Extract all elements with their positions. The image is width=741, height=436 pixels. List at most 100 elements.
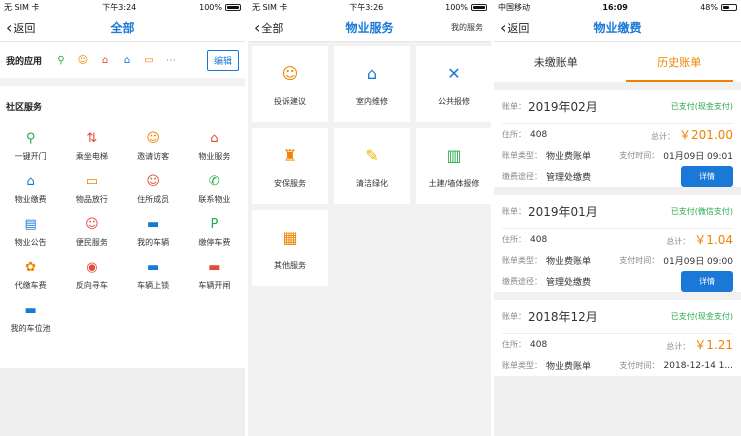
nav-bar: ‹ 全部 物业服务 我的服务 (248, 14, 491, 42)
pay-time-label: 支付时间： (619, 256, 660, 265)
notice-icon: ▤ (24, 216, 37, 232)
clock: 16:09 (602, 2, 628, 12)
tab-unpaid[interactable]: 未缴账单 (494, 42, 618, 82)
service-item[interactable]: ☺ 邀请访客 (123, 129, 184, 162)
service-item[interactable]: ☺ 便民服务 (61, 215, 122, 248)
bill-list: 账单： 2019年02月已支付(现金支付) 住所： 408 总计： ￥201.00 账单类型… (494, 90, 741, 376)
edit-button[interactable]: 编辑 (206, 49, 239, 71)
service-item-label: 便民服务 (75, 238, 108, 247)
service-item[interactable]: ⌂ 物业服务 (184, 129, 245, 162)
member-icon: ☺ (146, 173, 160, 189)
battery-percent: 48% (700, 2, 718, 12)
service-item[interactable]: P 缴停车费 (184, 215, 245, 248)
card-icon[interactable]: ▭ (138, 55, 160, 66)
address-value: 408 (530, 129, 548, 140)
repair-icon: ⌂ (366, 64, 378, 83)
service-item[interactable]: ▬ 车辆上锁 (123, 258, 184, 291)
bill-type-label: 账单类型： (502, 361, 542, 370)
service-tile-label: 公共报修 (438, 96, 470, 106)
find-car-icon: ◉ (86, 259, 98, 275)
service-item[interactable]: ▤ 物业公告 (0, 215, 61, 248)
my-services-link[interactable]: 我的服务 (451, 22, 483, 33)
service-item-label: 物业公告 (14, 238, 47, 247)
total-label: 总计： (666, 342, 691, 351)
chevron-left-icon: ‹ (254, 17, 261, 37)
service-item-label: 车辆上锁 (137, 281, 170, 290)
services-grid: ☺ 投诉建议 ⌂ 室内维修 ✕ 公共报修 ♜ 安保服务 ✎ 清洁绿化 ▥ 土建/墙体报修 ▦ 其他服务 (248, 42, 491, 290)
service-item[interactable]: ▬ 我的车位池 (0, 301, 61, 334)
bill-card[interactable]: 账单： 2018年12月 已支付(现金支付) 住所： 408 总计： ￥1.21 账单类型： 物… (494, 300, 741, 376)
service-tile[interactable]: ✕ 公共报修 (416, 46, 491, 122)
section-title: 社区服务 (6, 103, 43, 113)
parking-pool-icon: ▬ (24, 302, 37, 318)
battery-percent: 100% (199, 2, 222, 12)
bill-type-label: 账单类型： (502, 256, 542, 265)
service-item[interactable]: ✆ 联系物业 (184, 172, 245, 205)
service-item-label: 车辆开闸 (198, 281, 231, 290)
back-button[interactable]: ‹ 返回 (494, 19, 529, 36)
pay-time-value: 2018-12-14 1... (663, 360, 733, 371)
status-bar: 中国移动 16:09 48% (494, 0, 741, 14)
carrier-label: 无 SIM 卡 (252, 2, 288, 12)
total-amount: ￥1.04 (694, 233, 733, 247)
pay-way-label: 缴费途径： (502, 277, 542, 286)
service-tile[interactable]: ▦ 其他服务 (252, 210, 328, 286)
service-tile-label: 室内维修 (356, 96, 388, 106)
my-apps-label: 我的应用 (6, 56, 43, 67)
visitor-icon[interactable]: ☺ (72, 55, 94, 66)
back-button[interactable]: ‹ 返回 (0, 17, 35, 37)
payment-icon[interactable]: ⌂ (116, 55, 138, 66)
bill-status: 已支付(现金支付) (670, 312, 733, 321)
bill-label: 账单： (502, 312, 526, 321)
nav-bar: ‹ 返回 全部 (0, 14, 245, 42)
house-icon[interactable]: ⌂ (94, 55, 116, 66)
service-item-label: 物品放行 (75, 195, 108, 204)
service-tile-label: 清洁绿化 (356, 178, 388, 188)
pay-time-value: 01月09日 09:00 (663, 257, 733, 267)
service-item-label: 物业服务 (198, 152, 231, 161)
gate-icon: ▬ (208, 259, 221, 275)
service-item[interactable]: ◉ 反向寻车 (61, 258, 122, 291)
bill-month: 2019年02月 (528, 100, 598, 114)
service-item[interactable]: ☺ 住所成员 (123, 172, 184, 205)
grid-icon: ▦ (282, 228, 298, 247)
service-item-label: 乘坐电梯 (75, 152, 108, 161)
battery-icon (225, 3, 241, 11)
service-tile[interactable]: ♜ 安保服务 (252, 128, 328, 204)
bill-card[interactable]: 账单： 2019年01月 已支付(微信支付) 住所： 408 总计： ￥1.04 账单类型： 物… (494, 195, 741, 292)
service-item[interactable]: ▭ 物品放行 (61, 172, 122, 205)
all-apps-screen: 无 SIM 卡 下午3:24 100% ‹ 返回 全部 我的应用 ⚲ ☺ ⌂ ⌂ … (0, 0, 245, 436)
detail-button[interactable]: 详情 (681, 271, 733, 292)
address-label: 住所： (502, 340, 526, 349)
tab-history[interactable]: 历史账单 (618, 42, 741, 82)
total-label: 总计： (651, 132, 675, 141)
total-amount: ￥201.00 (679, 128, 733, 142)
service-item[interactable]: ✿ 代缴车费 (0, 258, 61, 291)
page-title: 全部 (110, 21, 135, 35)
bill-card[interactable]: 账单： 2019年02月 已支付(现金支付) 住所： 408 总计： ￥201.00 账单类型… (494, 90, 741, 187)
service-tile-label: 其他服务 (274, 260, 306, 270)
elevator-icon: ⇅ (86, 130, 98, 146)
back-button[interactable]: ‹ 全部 (248, 17, 283, 37)
service-item[interactable]: ▬ 车辆开闸 (184, 258, 245, 291)
service-item[interactable]: ⌂ 物业缴费 (0, 172, 61, 205)
address-value: 408 (530, 339, 548, 350)
detail-button[interactable]: 详情 (681, 166, 733, 187)
more-icon[interactable]: ⋯ (160, 55, 182, 66)
community-services-grid: ⚲ 一键开门 ⇅ 乘坐电梯 ☺ 邀请访客 ⌂ 物业服务 ⌂ 物业缴费 ▭ 物品放行 ☺ 住所成员 ✆ 联系物业… (0, 123, 245, 344)
service-tile[interactable]: ⌂ 室内维修 (334, 46, 410, 122)
broom-icon: ✎ (365, 146, 379, 165)
chevron-left-icon: ‹ (6, 17, 13, 37)
key-icon[interactable]: ⚲ (50, 55, 72, 66)
status-bar: 无 SIM 卡 下午3:26 100% (248, 0, 491, 14)
pay-time-label: 支付时间： (619, 151, 660, 160)
service-tile[interactable]: ✎ 清洁绿化 (334, 128, 410, 204)
service-item[interactable]: ▬ 我的车辆 (123, 215, 184, 248)
total-amount: ￥1.21 (694, 338, 733, 352)
service-item-label: 我的车位池 (10, 324, 51, 333)
service-tile[interactable]: ▥ 土建/墙体报修 (416, 128, 491, 204)
bill-status: 已支付(微信支付) (670, 207, 733, 216)
service-item[interactable]: ⚲ 一键开门 (0, 129, 61, 162)
service-item[interactable]: ⇅ 乘坐电梯 (61, 129, 122, 162)
service-tile[interactable]: ☺ 投诉建议 (252, 46, 328, 122)
